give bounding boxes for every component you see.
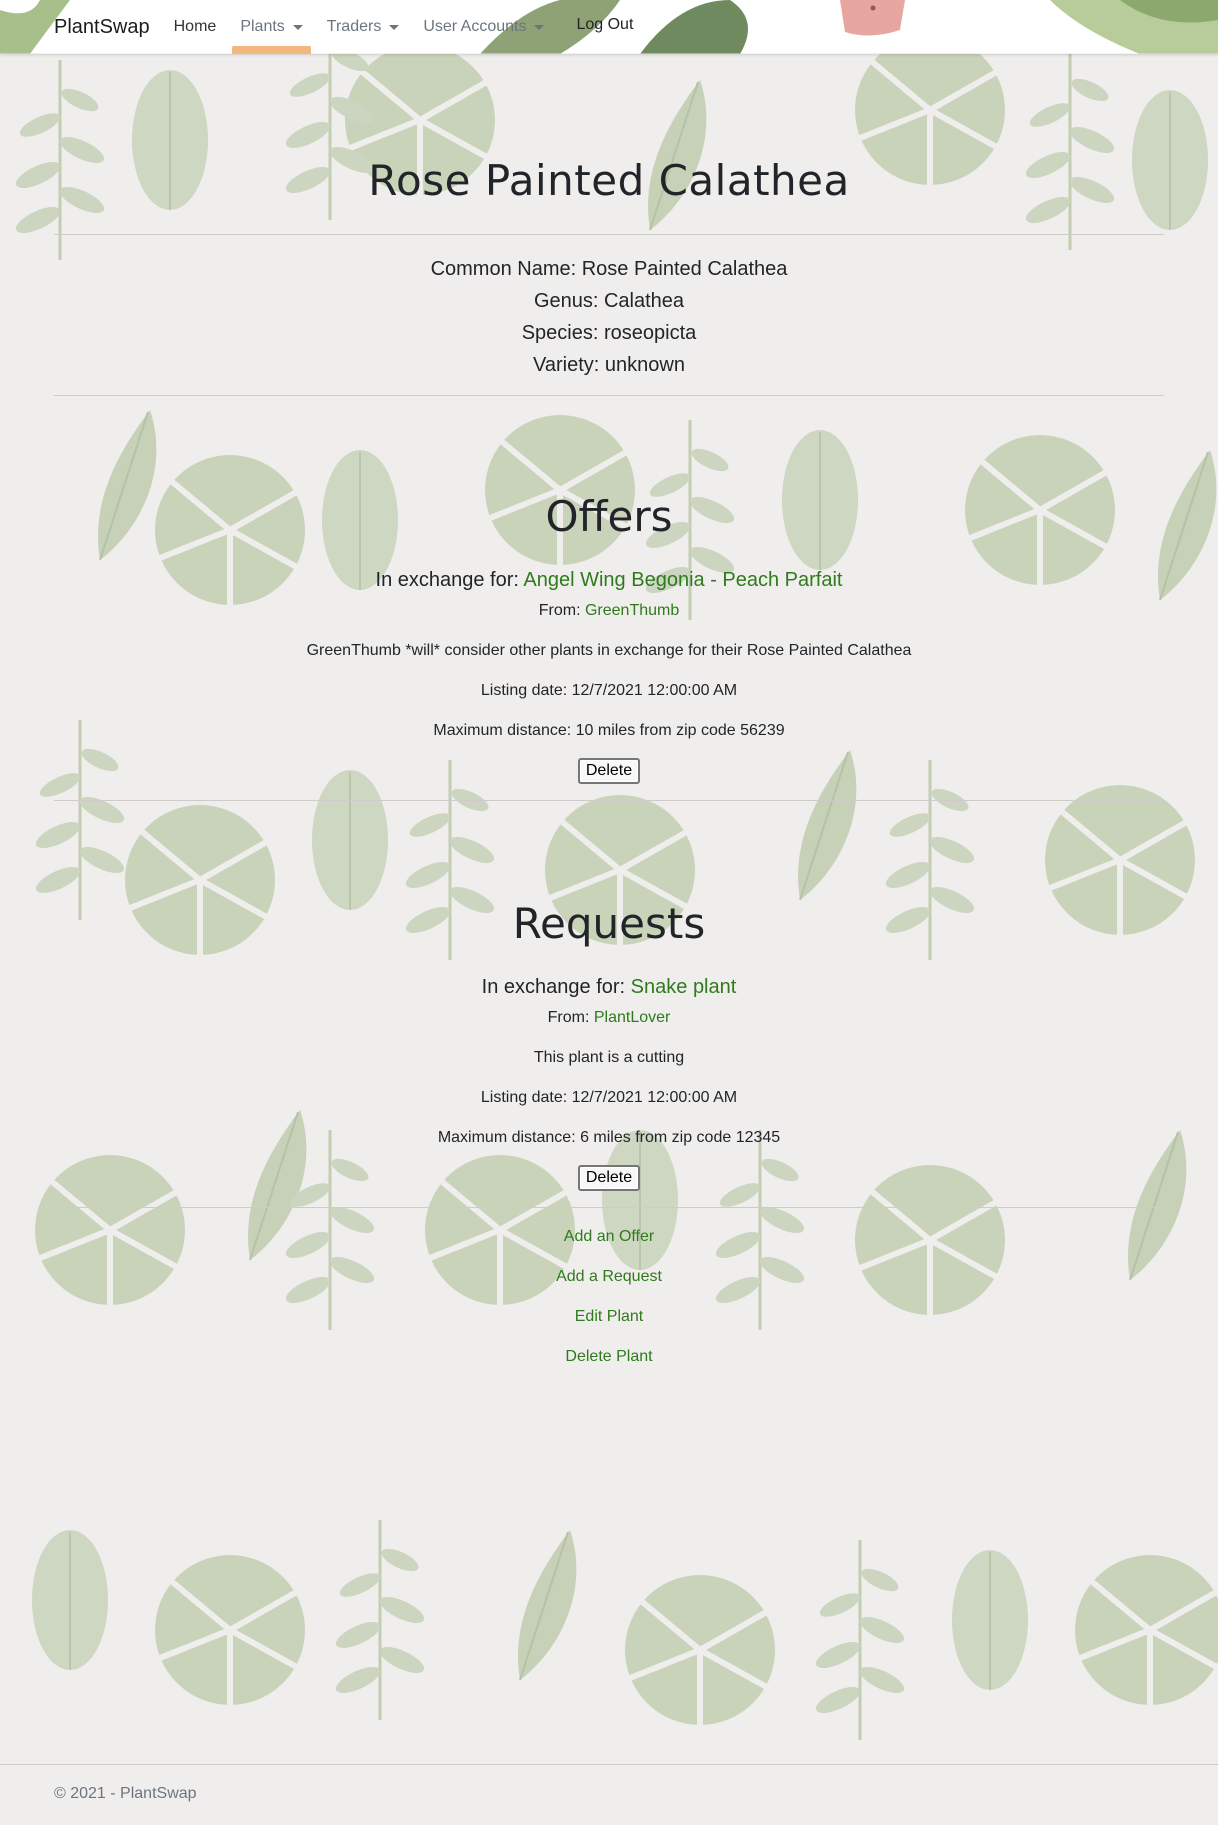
nav-traders-label: Traders	[326, 18, 382, 35]
request-note: This plant is a cutting	[533, 1049, 685, 1066]
delete-offer-button[interactable]: Delete	[577, 758, 641, 784]
nav-plants-label: Plants	[240, 18, 285, 35]
offer-plant-link[interactable]: Angel Wing Begonia - Peach Parfait	[523, 569, 842, 591]
nav-user-accounts-label: User Accounts	[423, 18, 527, 35]
offers-heading: Offers	[545, 492, 673, 541]
request-listing-date: Listing date: 12/7/2021 12:00:00 AM	[480, 1089, 738, 1106]
offer-exchange: In exchange for: Angel Wing Begonia - Pe…	[54, 566, 1164, 594]
exchange-prefix: In exchange for:	[375, 569, 519, 591]
offer-listing-date: Listing date: 12/7/2021 12:00:00 AM	[480, 682, 738, 699]
nav-plants-dropdown[interactable]: Plants	[232, 0, 311, 54]
offers-section: Offers In exchange for: Angel Wing Begon…	[54, 396, 1164, 800]
main-content: Rose Painted Calathea Common Name: Rose …	[54, 54, 1164, 1386]
species: Species: roseopicta	[521, 322, 697, 344]
nav-home[interactable]: Home	[174, 0, 217, 54]
nav-traders-dropdown[interactable]: Traders	[327, 0, 400, 54]
nav-user-accounts-dropdown[interactable]: User Accounts	[423, 0, 545, 54]
footer: © 2021 - PlantSwap	[0, 1764, 1218, 1825]
request-from: From: PlantLover	[54, 1007, 1164, 1029]
request-plant-link[interactable]: Snake plant	[631, 976, 737, 998]
navbar: PlantSwap Home Plants Traders User Accou…	[0, 0, 1218, 54]
requests-section: Requests In exchange for: Snake plant Fr…	[54, 801, 1164, 1207]
request-exchange: In exchange for: Snake plant	[54, 973, 1164, 1001]
offer-from: From: GreenThumb	[54, 600, 1164, 622]
request-user-link[interactable]: PlantLover	[594, 1009, 671, 1026]
offer-max-distance: Maximum distance: 10 miles from zip code…	[433, 722, 785, 739]
delete-request-button[interactable]: Delete	[577, 1165, 641, 1191]
add-offer-link[interactable]: Add an Offer	[564, 1228, 654, 1245]
plant-details: Common Name: Rose Painted Calathea Genus…	[54, 235, 1164, 395]
plant-actions: Add an Offer Add a Request Edit Plant De…	[54, 1226, 1164, 1368]
chevron-down-icon	[534, 24, 545, 30]
genus: Genus: Calathea	[533, 290, 685, 312]
request-max-distance: Maximum distance: 6 miles from zip code …	[437, 1129, 781, 1146]
divider	[54, 1207, 1164, 1208]
variety: Variety: unknown	[533, 354, 685, 376]
exchange-prefix: In exchange for:	[481, 976, 626, 998]
from-prefix: From:	[547, 1009, 590, 1026]
from-prefix: From:	[538, 602, 581, 619]
edit-plant-link[interactable]: Edit Plant	[575, 1308, 643, 1325]
add-request-link[interactable]: Add a Request	[556, 1268, 662, 1285]
request-item: In exchange for: Snake plant From: Plant…	[54, 973, 1164, 1191]
common-name: Common Name: Rose Painted Calathea	[430, 258, 788, 280]
offer-user-link[interactable]: GreenThumb	[585, 602, 679, 619]
nav-home-label: Home	[173, 18, 217, 35]
brand-logo-link[interactable]: PlantSwap	[54, 16, 150, 39]
offer-item: In exchange for: Angel Wing Begonia - Pe…	[54, 566, 1164, 784]
active-nav-indicator	[232, 46, 311, 54]
chevron-down-icon	[389, 24, 400, 30]
requests-heading: Requests	[512, 899, 706, 948]
offer-note: GreenThumb *will* consider other plants …	[306, 642, 912, 659]
page-title: Rose Painted Calathea	[368, 156, 850, 205]
delete-plant-link[interactable]: Delete Plant	[565, 1348, 652, 1365]
footer-copyright: © 2021 - PlantSwap	[54, 1785, 197, 1802]
chevron-down-icon	[292, 24, 303, 30]
logout-button[interactable]: Log Out	[576, 16, 633, 34]
